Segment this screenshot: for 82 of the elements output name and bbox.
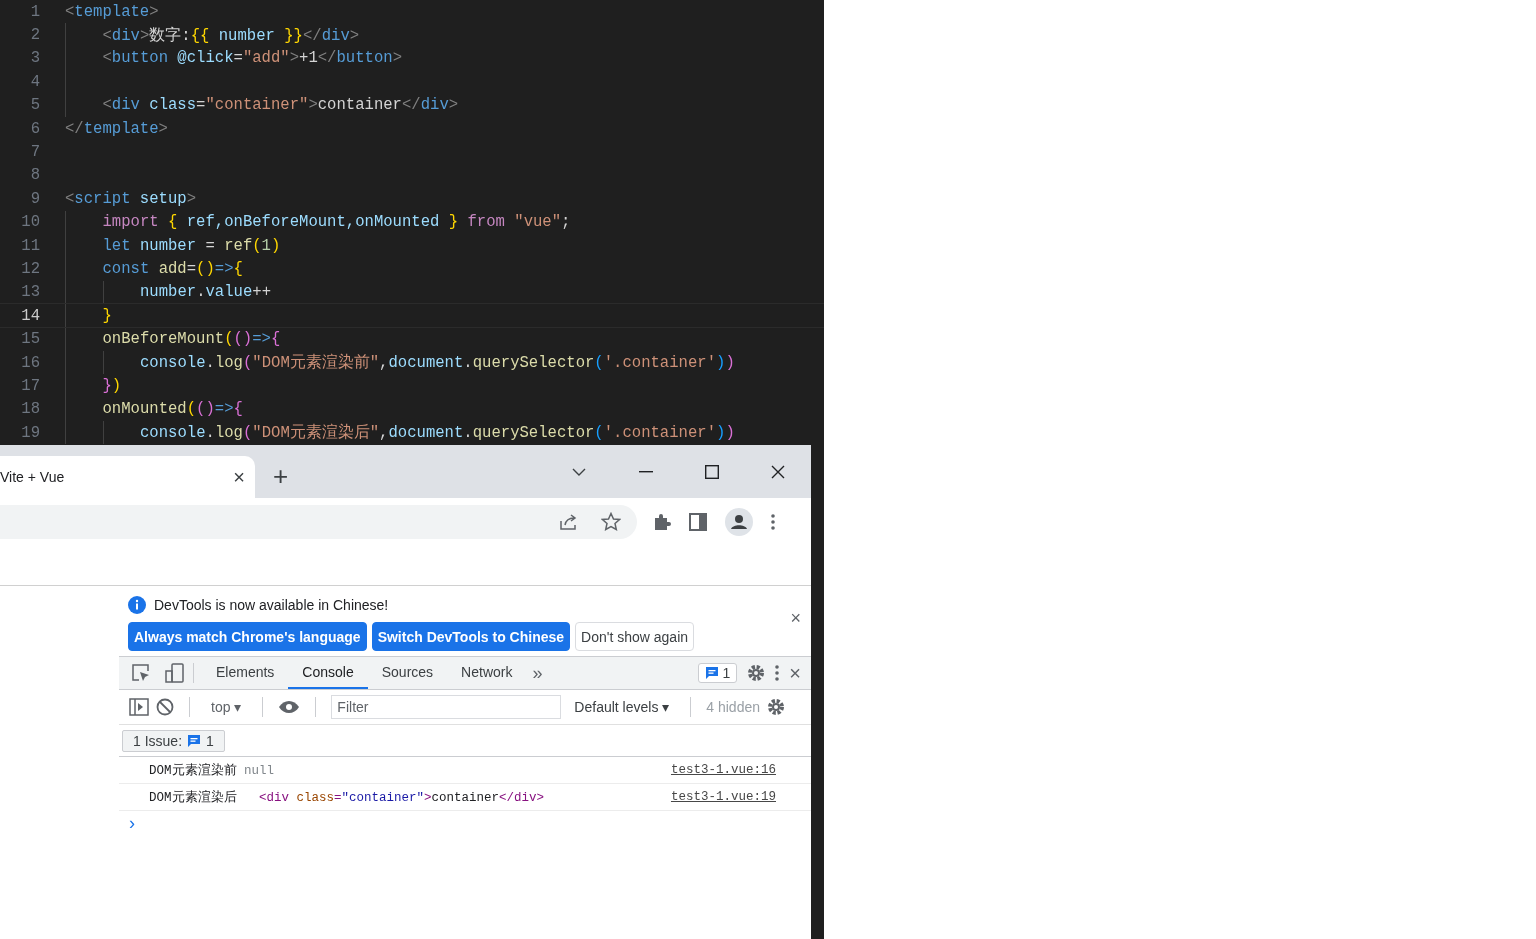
code-line: console.log("DOM元素渲染前",document.querySelector('.container')) [140, 352, 735, 374]
share-icon[interactable] [559, 512, 579, 531]
context-dropdown[interactable]: top ▾ [205, 698, 248, 716]
code-line: <button @click="add">+1</button> [102, 49, 402, 68]
code-line: console.log("DOM元素渲染后",document.querySelector('.container')) [140, 422, 735, 444]
kebab-menu-icon[interactable] [775, 665, 780, 681]
line-number: 14 [20, 306, 41, 325]
line-number: 11 [20, 236, 41, 255]
line-number: 18 [20, 400, 41, 419]
line-number: 8 [29, 166, 41, 185]
line-number: 6 [29, 119, 41, 138]
new-tab-button[interactable]: + [269, 462, 293, 490]
code-line: <template> [65, 2, 159, 21]
info-message: DevTools is now available in Chinese! [154, 597, 389, 613]
devtools-tab[interactable]: Sources [367, 657, 448, 689]
inspect-icon[interactable] [131, 663, 151, 683]
devtools-tab[interactable]: Network [447, 657, 527, 689]
line-number: 16 [20, 353, 41, 372]
console-message: DOM元素渲染前 null [149, 762, 275, 779]
code-line: <script setup> [65, 189, 197, 208]
line-number: 10 [20, 213, 41, 232]
side-panel-icon[interactable] [689, 512, 707, 531]
profile-icon[interactable] [725, 507, 753, 536]
console-prompt[interactable]: › [119, 811, 811, 834]
maximize-icon[interactable] [705, 464, 719, 479]
line-number: 19 [20, 423, 41, 442]
minimize-icon[interactable] [639, 470, 653, 473]
line-number: 15 [20, 330, 41, 349]
tab-title: Vite + Vue [0, 469, 65, 485]
levels-dropdown[interactable]: Default levels ▾ [568, 698, 676, 716]
issues-badge[interactable]: 1 [697, 663, 738, 683]
close-icon[interactable] [771, 464, 785, 479]
issues-button[interactable]: 1 Issue: 1 [122, 729, 225, 752]
kebab-menu-icon[interactable] [771, 513, 775, 530]
star-icon[interactable] [601, 512, 621, 531]
device-toolbar-icon[interactable] [165, 663, 185, 683]
close-button[interactable]: × [790, 608, 801, 629]
close-button[interactable]: × [789, 661, 801, 685]
code-line: onBeforeMount(()=>{ [102, 330, 281, 349]
console-message: DOM元素渲染后 <div class="container">container</div> [149, 789, 545, 806]
chevron-down-icon[interactable] [571, 466, 587, 477]
line-number: 7 [29, 143, 41, 162]
infobar-button[interactable]: Always match Chrome's language [128, 622, 367, 651]
line-number: 1 [29, 2, 41, 21]
source-link[interactable]: test3-1.vue:16 [670, 763, 776, 777]
code-line: let number = ref(1) [102, 236, 281, 255]
code-line: number.value++ [140, 283, 272, 302]
browser-tab[interactable]: Vite + Vue × [0, 456, 255, 498]
code-line: }) [102, 376, 122, 395]
code-line: </template> [65, 119, 168, 138]
code-line: <div>数字:{{ number }}</div> [102, 25, 360, 46]
sidebar-toggle-icon[interactable] [129, 698, 149, 716]
message-icon [187, 733, 202, 748]
infobar-button[interactable]: Switch DevTools to Chinese [371, 622, 571, 651]
tab-close-icon[interactable]: × [233, 465, 245, 489]
eye-icon[interactable] [278, 700, 301, 714]
info-icon [128, 596, 146, 614]
filter-field[interactable]: Filter [331, 695, 562, 719]
code-line: onMounted(()=>{ [102, 400, 243, 419]
source-link[interactable]: test3-1.vue:19 [670, 790, 776, 804]
code-line: const add=()=>{ [102, 260, 243, 278]
infobar-button[interactable]: Don't show again [575, 622, 695, 651]
line-number: 4 [29, 72, 41, 91]
line-number: 12 [20, 260, 41, 278]
message-icon [704, 666, 719, 680]
code-line: } [102, 306, 112, 325]
line-number: 9 [29, 189, 41, 208]
line-number: 3 [29, 49, 41, 68]
settings-icon[interactable] [767, 698, 785, 716]
code-line: <div class="container">container</div> [102, 96, 459, 115]
line-number: 17 [20, 376, 41, 395]
code-line: import { ref,onBeforeMount,onMounted } from "vue"; [102, 213, 571, 232]
devtools-tab[interactable]: Console [288, 657, 368, 689]
settings-icon[interactable] [747, 664, 766, 682]
more-tabs-button[interactable]: » [526, 662, 549, 684]
puzzle-icon[interactable] [653, 512, 671, 531]
line-number: 2 [29, 26, 41, 45]
devtools-tab[interactable]: Elements [202, 657, 289, 689]
line-number: 13 [20, 283, 41, 302]
line-number: 5 [29, 96, 41, 115]
hidden-count: 4 hidden [706, 699, 760, 715]
clear-icon[interactable] [156, 698, 174, 716]
